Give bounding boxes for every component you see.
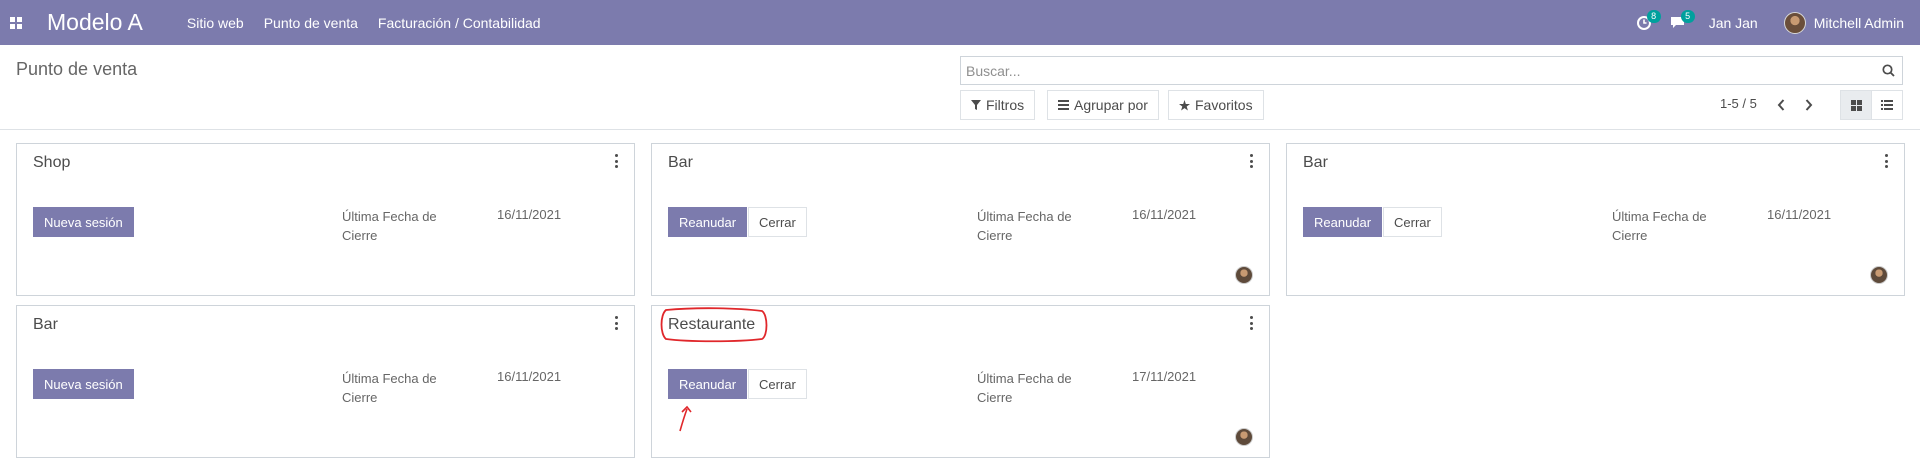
search-icon[interactable] xyxy=(1874,64,1902,77)
page-title: Punto de venta xyxy=(16,59,138,79)
search-box[interactable] xyxy=(960,56,1903,85)
menu-item-facturacion[interactable]: Facturación / Contabilidad xyxy=(378,15,541,31)
kanban-view-button[interactable] xyxy=(1840,90,1872,120)
closing-date: 16/11/2021 xyxy=(1132,207,1197,222)
closing-date: 16/11/2021 xyxy=(497,369,562,384)
pos-card-bar[interactable]: Bar Reanudar Cerrar Última Fecha de Cier… xyxy=(1286,143,1905,296)
group-by-button[interactable]: Agrupar por xyxy=(1047,90,1159,120)
resume-button[interactable]: Reanudar xyxy=(668,369,748,399)
menu-item-sitio-web[interactable]: Sitio web xyxy=(187,15,244,31)
search-input[interactable] xyxy=(961,62,1874,79)
messages-badge: 5 xyxy=(1680,10,1695,23)
chevron-right-icon xyxy=(1805,99,1813,111)
group-by-label: Agrupar por xyxy=(1074,97,1148,113)
card-menu-icon[interactable] xyxy=(1882,154,1890,168)
filters-label: Filtros xyxy=(986,97,1025,113)
close-session-button[interactable]: Cerrar xyxy=(748,369,807,399)
card-title[interactable]: Bar xyxy=(33,316,58,334)
top-navbar: Modelo A Sitio web Punto de venta Factur… xyxy=(0,0,1920,45)
star-icon xyxy=(1179,99,1190,111)
company-switcher[interactable]: Jan Jan xyxy=(1709,15,1758,31)
list-view-button[interactable] xyxy=(1871,90,1903,120)
resume-button[interactable]: Reanudar xyxy=(668,207,748,237)
filter-icon xyxy=(971,100,981,110)
activity-badge: 8 xyxy=(1646,10,1661,23)
card-menu-icon[interactable] xyxy=(612,316,620,330)
closing-date: 16/11/2021 xyxy=(497,207,562,222)
closing-date: 16/11/2021 xyxy=(1767,207,1832,222)
user-avatar xyxy=(1870,266,1888,284)
close-session-button[interactable]: Cerrar xyxy=(1383,207,1442,237)
user-name: Mitchell Admin xyxy=(1813,14,1904,31)
card-menu-icon[interactable] xyxy=(1247,154,1255,168)
activity-button[interactable]: 8 xyxy=(1627,0,1661,45)
user-avatar xyxy=(1783,11,1806,34)
pager-next-button[interactable] xyxy=(1796,91,1822,119)
pos-card-shop[interactable]: Shop Nueva sesión Última Fecha de Cierre… xyxy=(16,143,635,296)
resume-button[interactable]: Reanudar xyxy=(1303,207,1383,237)
pager-previous-button[interactable] xyxy=(1768,91,1794,119)
pos-card-restaurante[interactable]: Restaurante Reanudar Cerrar Última Fecha… xyxy=(651,305,1270,458)
card-menu-icon[interactable] xyxy=(612,154,620,168)
apps-menu-icon[interactable] xyxy=(0,0,32,45)
closing-date: 17/11/2021 xyxy=(1132,369,1197,384)
user-avatar xyxy=(1235,428,1253,446)
favorites-button[interactable]: Favoritos xyxy=(1168,90,1264,120)
closing-label: Última Fecha de Cierre xyxy=(977,371,1072,405)
grid-icon xyxy=(1850,99,1862,111)
favorites-label: Favoritos xyxy=(1195,97,1253,113)
closing-label: Última Fecha de Cierre xyxy=(977,209,1072,243)
menu-item-punto-de-venta[interactable]: Punto de venta xyxy=(264,15,358,31)
card-menu-icon[interactable] xyxy=(1247,316,1255,330)
card-title[interactable]: Restaurante xyxy=(668,316,755,334)
pager-value[interactable]: 1-5 / 5 xyxy=(1720,96,1757,111)
list-icon xyxy=(1881,100,1893,110)
pos-card-bar[interactable]: Bar Nueva sesión Última Fecha de Cierre … xyxy=(16,305,635,458)
pos-card-bar[interactable]: Bar Reanudar Cerrar Última Fecha de Cier… xyxy=(651,143,1270,296)
app-brand[interactable]: Modelo A xyxy=(47,9,143,36)
chevron-left-icon xyxy=(1777,99,1785,111)
user-avatar xyxy=(1235,266,1253,284)
bars-icon xyxy=(1058,100,1069,110)
closing-label: Última Fecha de Cierre xyxy=(342,371,437,405)
messages-button[interactable]: 5 xyxy=(1661,0,1695,45)
closing-label: Última Fecha de Cierre xyxy=(342,209,437,243)
new-session-button[interactable]: Nueva sesión xyxy=(33,207,134,237)
control-panel: Punto de venta Filtros Agrupar por Favor… xyxy=(0,45,1920,130)
closing-label: Última Fecha de Cierre xyxy=(1612,209,1707,243)
card-title[interactable]: Bar xyxy=(668,154,693,172)
new-session-button[interactable]: Nueva sesión xyxy=(33,369,134,399)
close-session-button[interactable]: Cerrar xyxy=(748,207,807,237)
filters-button[interactable]: Filtros xyxy=(960,90,1036,120)
card-title[interactable]: Bar xyxy=(1303,154,1328,172)
card-title[interactable]: Shop xyxy=(33,154,70,172)
user-menu[interactable]: Mitchell Admin xyxy=(1783,11,1904,34)
